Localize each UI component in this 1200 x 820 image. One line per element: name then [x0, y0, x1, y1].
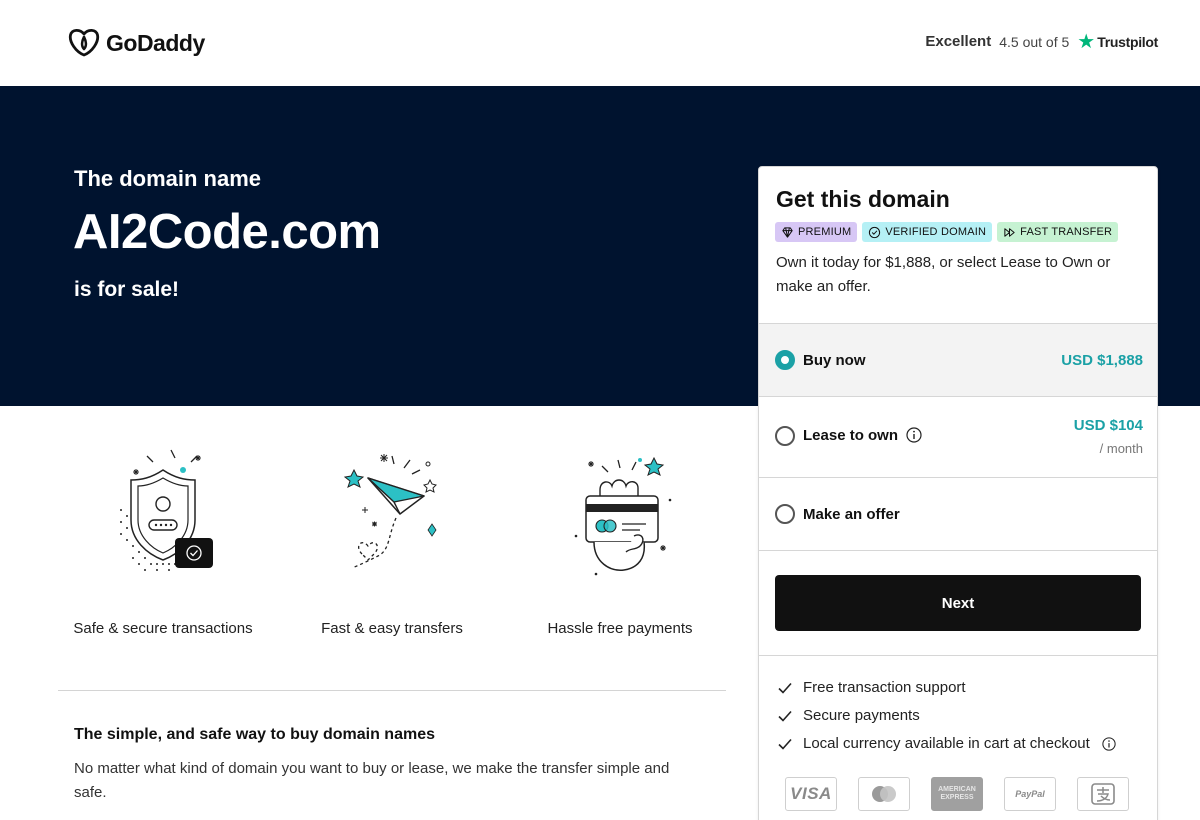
option-make-offer[interactable]: Make an offer — [759, 477, 1157, 551]
checkmark-icon — [778, 682, 792, 694]
feature-label: Safe & secure transactions — [73, 620, 253, 637]
perk-item: Secure payments — [759, 706, 1157, 734]
info-body: No matter what kind of domain you want t… — [74, 760, 670, 801]
domain-name: AI2Code.com — [73, 205, 381, 259]
paper-plane-icon — [343, 454, 437, 569]
buy-now-radio[interactable] — [775, 350, 795, 370]
rating-score: 4.5 out of 5 — [999, 33, 1070, 50]
fast-forward-icon — [1004, 227, 1015, 237]
next-section: Next — [759, 550, 1157, 656]
info-title: The simple, and safe way to buy domain n… — [74, 726, 435, 743]
verified-badge: VERIFIED DOMAIN — [862, 222, 993, 242]
checkmark-icon — [778, 738, 792, 750]
alipay-icon — [1091, 783, 1115, 805]
features-section: Safe & secure transactions Fast & easy t… — [58, 440, 726, 640]
mastercard-logo — [858, 777, 910, 811]
diamond-icon — [782, 226, 793, 238]
perks-list: Free transaction support Secure payments… — [759, 655, 1157, 762]
offer-label: Make an offer — [803, 506, 900, 523]
godaddy-logo-icon — [68, 28, 100, 57]
hero-pretitle: The domain name — [74, 166, 262, 191]
perk-text: Local currency available in cart at chec… — [803, 735, 1090, 752]
hand-card-icon — [574, 456, 672, 576]
badge-row: PREMIUM VERIFIED DOMAIN FAST TRANSFER — [775, 222, 1119, 242]
payment-methods: VISA AMERICAN EXPRESS PayPal — [785, 777, 1129, 811]
lease-label: Lease to own — [803, 427, 899, 444]
rating-label: Excellent — [925, 33, 992, 50]
lease-label-group: Lease to own — [803, 427, 922, 444]
feature-payments: Hassle free payments — [515, 440, 725, 637]
offer-radio[interactable] — [775, 504, 795, 524]
info-icon[interactable] — [1102, 737, 1116, 751]
feature-transfer: Fast & easy transfers — [287, 440, 497, 637]
brand-name: GoDaddy — [106, 29, 205, 56]
option-buy-now[interactable]: Buy now USD $1,888 — [759, 323, 1157, 397]
buy-now-price: USD $1,888 — [1061, 352, 1143, 369]
fast-transfer-badge: FAST TRANSFER — [997, 222, 1119, 242]
trustpilot-rating[interactable]: Excellent 4.5 out of 5 ★ Trustpilot — [925, 30, 1158, 53]
fast-transfer-badge-label: FAST TRANSFER — [1020, 226, 1113, 238]
next-button[interactable]: Next — [775, 575, 1141, 631]
lease-price: USD $104 — [1073, 417, 1143, 434]
godaddy-logo[interactable]: GoDaddy — [68, 28, 205, 58]
card-description: Own it today for $1,888, or select Lease… — [776, 254, 1111, 295]
visa-logo: VISA — [785, 777, 837, 811]
perk-item: Local currency available in cart at chec… — [759, 734, 1157, 762]
lease-unit: / month — [1099, 441, 1143, 456]
alipay-logo — [1077, 777, 1129, 811]
paypal-logo: PayPal — [1004, 777, 1056, 811]
card-title: Get this domain — [776, 186, 950, 212]
perk-text: Free transaction support — [803, 679, 966, 696]
amex-logo: AMERICAN EXPRESS — [931, 777, 983, 811]
trustpilot-name: Trustpilot — [1097, 33, 1158, 50]
feature-secure: Safe & secure transactions — [58, 440, 268, 637]
mastercard-icon — [872, 786, 896, 802]
info-icon[interactable] — [906, 427, 922, 443]
premium-badge: PREMIUM — [775, 222, 858, 242]
shield-check-icon — [120, 449, 213, 571]
purchase-card: Get this domain PREMIUM VERIFIED DOMAIN … — [758, 166, 1158, 820]
perk-item: Free transaction support — [759, 678, 1157, 706]
buy-now-label: Buy now — [803, 352, 866, 369]
trustpilot-star-icon: ★ — [1077, 30, 1096, 53]
site-header: GoDaddy Excellent 4.5 out of 5 ★ Trustpi… — [0, 0, 1200, 86]
hero-subtitle: is for sale! — [74, 278, 180, 301]
section-divider — [58, 690, 726, 691]
feature-label: Fast & easy transfers — [321, 620, 463, 637]
lease-radio[interactable] — [775, 426, 795, 446]
feature-label: Hassle free payments — [547, 620, 693, 637]
verified-badge-label: VERIFIED DOMAIN — [885, 226, 987, 238]
premium-badge-label: PREMIUM — [798, 226, 852, 238]
option-lease-to-own[interactable]: Lease to own USD $104 / month — [759, 396, 1157, 478]
checkmark-icon — [778, 710, 792, 722]
perk-text: Secure payments — [803, 707, 920, 724]
check-circle-icon — [869, 226, 881, 238]
